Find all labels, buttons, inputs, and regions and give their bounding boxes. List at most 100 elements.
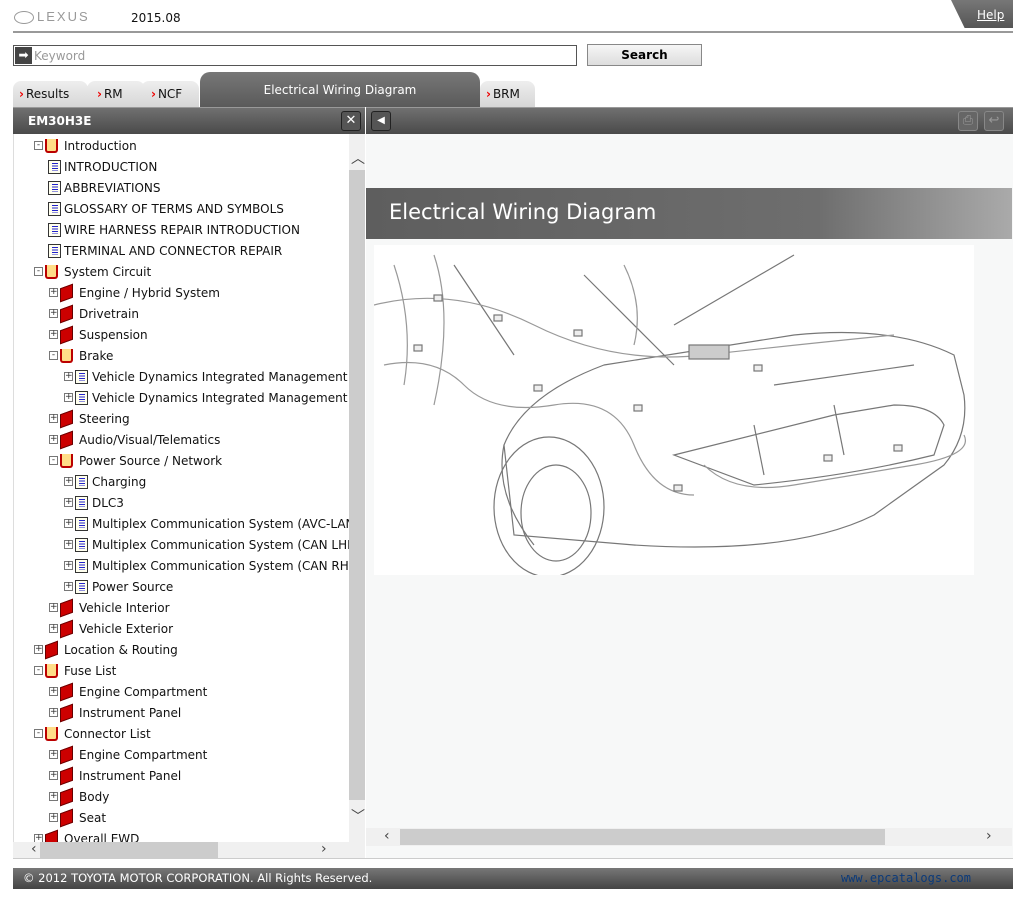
expand-icon[interactable]: + [49,309,58,318]
tree-item[interactable]: - Brake [14,347,349,365]
tree-item-label: Multiplex Communication System (CAN LHD)… [92,538,349,552]
collapse-icon[interactable]: - [49,456,58,465]
collapse-left-icon[interactable]: ◀ [371,111,391,131]
expand-icon[interactable]: + [49,603,58,612]
return-icon[interactable]: ↩ [984,111,1004,131]
tree-item[interactable]: + Suspension [14,325,349,345]
content-horizontal-scroll-thumb[interactable] [400,829,885,845]
expand-icon[interactable]: + [49,435,58,444]
tree-item[interactable]: INTRODUCTION [14,158,349,176]
tree-item[interactable]: + Overall EWD [14,829,349,842]
document-icon [75,370,88,384]
scroll-down-icon[interactable]: ﹀ [351,806,365,826]
tree-item[interactable]: + Instrument Panel [14,766,349,786]
expand-icon[interactable]: + [49,813,58,822]
expand-icon[interactable]: + [49,708,58,717]
book-open-icon [45,727,58,741]
tree-item[interactable]: + Engine Compartment [14,682,349,702]
help-link[interactable]: Help [951,0,1013,28]
left-panel-header: EM30H3E ✕ [13,107,365,134]
expand-icon[interactable]: + [64,498,73,507]
expand-icon[interactable]: + [49,687,58,696]
tree-item[interactable]: + DLC3 [14,494,349,512]
tree-item[interactable]: + Body [14,787,349,807]
tree-item[interactable]: + Instrument Panel [14,703,349,723]
book-closed-icon [60,409,73,429]
expand-icon[interactable]: + [64,561,73,570]
expand-icon[interactable]: + [49,624,58,633]
collapse-icon[interactable]: - [34,141,43,150]
tree-item[interactable]: + Steering [14,409,349,429]
expand-icon[interactable]: + [49,750,58,759]
tree-item[interactable]: ABBREVIATIONS [14,179,349,197]
book-closed-icon [45,640,58,660]
tree-item-label: Power Source / Network [79,454,223,468]
tree-item[interactable]: + Seat [14,808,349,828]
tree-item[interactable]: + Vehicle Dynamics Integrated Management … [14,368,349,386]
tree-item[interactable]: + Charging [14,473,349,491]
scroll-right-icon[interactable]: › [986,828,992,844]
tree-item[interactable]: + Multiplex Communication System (CAN RHD… [14,557,349,575]
tab-electrical-wiring-diagram[interactable]: Electrical Wiring Diagram [200,72,480,107]
keyword-input[interactable] [34,47,564,64]
tab-ncf[interactable]: › NCF [141,81,199,107]
expand-icon[interactable]: + [49,414,58,423]
close-icon[interactable]: ✕ [341,111,361,131]
tab-rm[interactable]: › RM [87,81,145,107]
search-button[interactable]: Search [587,44,702,66]
tree-item[interactable]: + Engine Compartment [14,745,349,765]
tab-brm[interactable]: › BRM [480,81,535,107]
expand-icon[interactable]: + [64,477,73,486]
chevron-right-icon: › [19,87,24,101]
tree-item[interactable]: + Location & Routing [14,640,349,660]
tree-item[interactable]: + Vehicle Exterior [14,619,349,639]
collapse-icon[interactable]: - [49,351,58,360]
expand-icon[interactable]: + [64,582,73,591]
tree-item[interactable]: + Vehicle Dynamics Integrated Management … [14,389,349,407]
tree-item[interactable]: - System Circuit [14,263,349,281]
tab-label: RM [103,87,123,101]
tree-item[interactable]: - Fuse List [14,662,349,680]
expand-icon[interactable]: + [64,393,73,402]
expand-icon[interactable]: + [49,330,58,339]
tree-item[interactable]: WIRE HARNESS REPAIR INTRODUCTION [14,221,349,239]
expand-icon[interactable]: + [49,792,58,801]
expand-icon[interactable]: + [64,540,73,549]
tree-item[interactable]: TERMINAL AND CONNECTOR REPAIR [14,242,349,260]
scroll-right-icon[interactable]: › [321,841,327,857]
tree-item[interactable]: + Power Source [14,578,349,596]
expand-icon[interactable]: + [64,372,73,381]
expand-icon[interactable]: + [34,645,43,654]
tree-horizontal-scroll-thumb[interactable] [40,842,218,858]
print-icon[interactable]: ⎙ [958,111,978,131]
scroll-up-icon[interactable]: ︿ [351,148,365,168]
expand-icon[interactable]: + [49,771,58,780]
tree-item[interactable]: - Power Source / Network [14,452,349,470]
tree-item-label: Instrument Panel [79,769,182,783]
tree-item[interactable]: GLOSSARY OF TERMS AND SYMBOLS [14,200,349,218]
expand-icon[interactable]: + [64,519,73,528]
frame-divider [13,858,1013,859]
tree-item[interactable]: - Introduction [14,137,349,155]
keyword-search-field[interactable]: ➡ [13,45,577,66]
tree-vertical-scroll-thumb[interactable] [349,170,365,800]
tree-item[interactable]: + Audio/Visual/Telematics [14,430,349,450]
collapse-icon[interactable]: - [34,729,43,738]
tab-results[interactable]: › Results [13,81,88,107]
tree-item[interactable]: + Vehicle Interior [14,598,349,618]
tree-item[interactable]: + Multiplex Communication System (AVC-LAN… [14,515,349,533]
scroll-left-icon[interactable]: ‹ [384,828,390,844]
collapse-icon[interactable]: - [34,666,43,675]
tab-label: Results [25,87,70,101]
expand-icon[interactable]: + [49,288,58,297]
collapse-icon[interactable]: - [34,267,43,276]
tree-item[interactable]: + Engine / Hybrid System [14,283,349,303]
tree-item[interactable]: + Multiplex Communication System (CAN LHD… [14,536,349,554]
tree-item[interactable]: - Connector List [14,725,349,743]
content-heading: Electrical Wiring Diagram [366,188,1012,239]
watermark: www.epcatalogs.com [840,871,971,885]
vehicle-wiring-illustration[interactable] [373,245,974,578]
version-label: 2015.08 [131,11,181,25]
tree-item[interactable]: + Drivetrain [14,304,349,324]
scroll-left-icon[interactable]: ‹ [31,841,37,857]
